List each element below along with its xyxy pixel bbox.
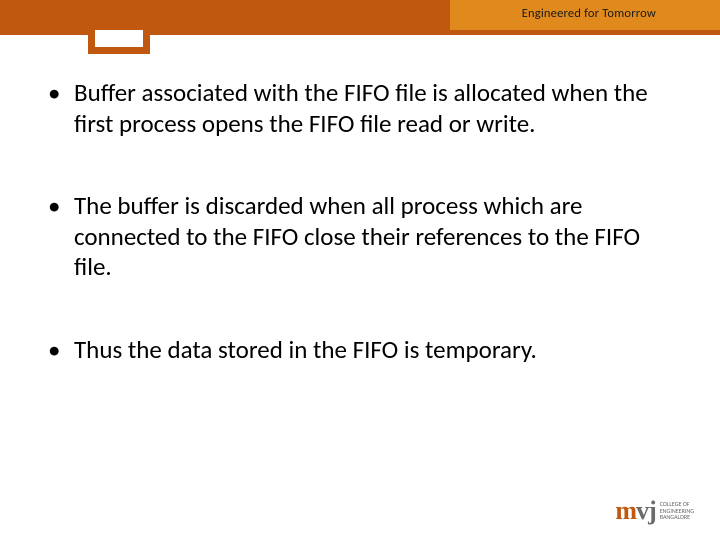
bullet-list: Buffer associated with the FIFO file is … <box>44 78 680 365</box>
list-item: The buffer is discarded when all process… <box>44 191 680 283</box>
logo-prefix: m <box>615 496 636 526</box>
logo-subtext: COLLEGE OF ENGINEERING BANGALORE <box>660 501 694 521</box>
slide-content: Buffer associated with the FIFO file is … <box>44 78 680 417</box>
header-notch-icon <box>88 30 150 54</box>
header-accent <box>0 0 450 30</box>
footer-logo: mvj COLLEGE OF ENGINEERING BANGALORE <box>615 496 694 526</box>
header-bar: Engineered for Tomorrow <box>0 0 720 30</box>
logo-suffix: vj <box>636 496 656 526</box>
logo-line3: BANGALORE <box>660 514 694 521</box>
header-tagline: Engineered for Tomorrow <box>522 6 656 21</box>
list-item: Buffer associated with the FIFO file is … <box>44 78 680 139</box>
list-item: Thus the data stored in the FIFO is temp… <box>44 335 680 366</box>
